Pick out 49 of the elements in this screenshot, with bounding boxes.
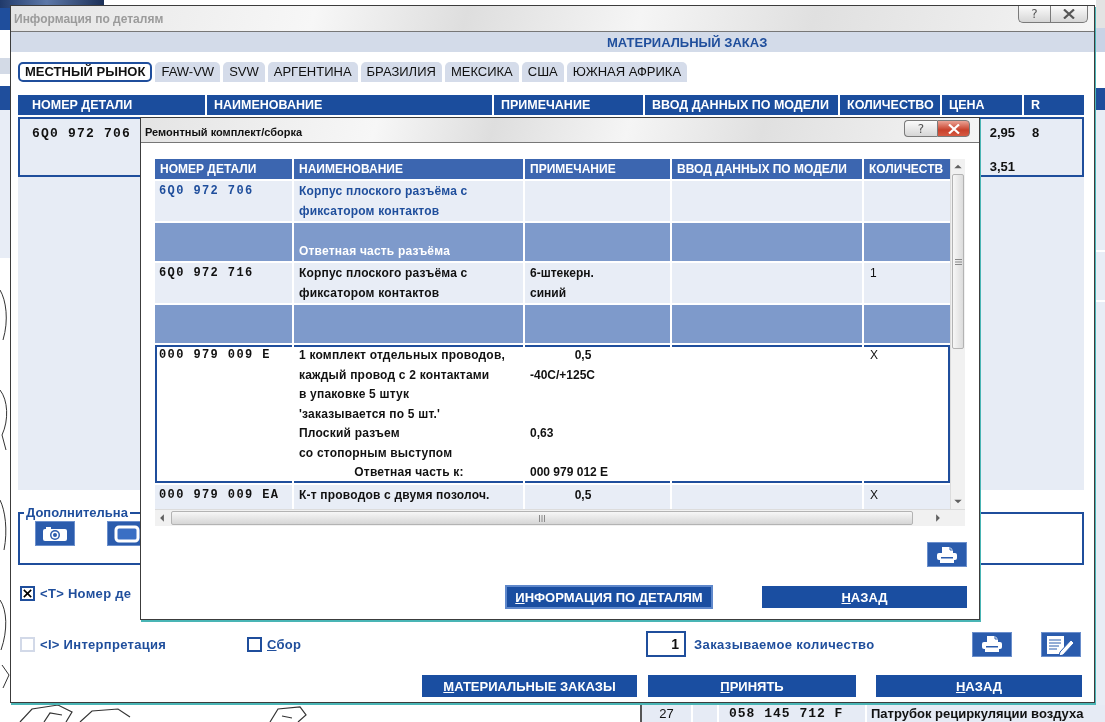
section-title: МАТЕРИАЛЬНЫЙ ЗАКАЗ (607, 34, 768, 50)
note-text: 0,5 (574, 348, 592, 362)
quantity: 1 (870, 266, 877, 280)
column-header: КОЛИЧЕСТВО (840, 95, 940, 115)
note-text: 6-штекерн. (530, 266, 594, 280)
part-description: Ответная часть разъёма (299, 243, 450, 258)
window-title: Ремонтный комплект/сборка (145, 125, 303, 139)
part-number: 6Q0 972 706 (159, 184, 254, 198)
table-cell: 8 (1032, 125, 1040, 140)
price: 2,95 (989, 125, 1015, 140)
part-description: фиксатором контактов (299, 203, 440, 218)
part-description: каждый провод с 2 контактами (299, 367, 490, 382)
table-cell-text: Патрубок рециркуляции воздуха (870, 705, 1084, 722)
part-number: 000 979 009 E (159, 348, 271, 362)
part-description: Корпус плоского разъёма с (299, 266, 468, 280)
window-title: Информация по деталям (14, 12, 164, 26)
part-number: 6Q0 972 706 (32, 126, 131, 141)
part-description: 1 комплект отдельных проводов, (299, 348, 505, 362)
price: 3,51 (989, 159, 1015, 174)
column-header: ПРИМЕЧАНИЕ (494, 95, 643, 115)
part-description: Ответная часть к: (354, 465, 464, 479)
column-header: НОМЕР ДЕТАЛИ (155, 159, 292, 179)
note-text: 000 979 012 E (530, 465, 609, 479)
quantity: X (870, 487, 878, 502)
column-header: КОЛИЧЕСТВ (862, 159, 950, 179)
part-number: 6Q0 972 716 (159, 266, 254, 280)
note-text: 0,5 (574, 487, 592, 502)
column-header: НОМЕР ДЕТАЛИ (18, 95, 205, 115)
part-description: Плоский разъем (299, 426, 400, 440)
note-text: -40C/+125C (530, 367, 596, 382)
quantity: X (870, 348, 878, 362)
note-text: синий (530, 285, 567, 300)
part-description: Корпус плоского разъёма с (299, 184, 468, 198)
column-header: ЦЕНА (942, 95, 1022, 115)
part-description: фиксатором контактов (299, 285, 440, 300)
column-header: НАИМЕНОВАНИЕ (292, 159, 523, 179)
column-header: ВВОД ДАННЫХ ПО МОДЕЛИ (670, 159, 862, 179)
column-header: ПРИМЕЧАНИЕ (523, 159, 670, 179)
part-number: 000 979 009 EA (159, 487, 280, 502)
part-description: 'заказывается по 5 шт.' (299, 406, 441, 421)
column-header: НАИМЕНОВАНИЕ (207, 95, 492, 115)
part-description: в упаковке 5 штук (299, 387, 410, 401)
note-text: 0,63 (530, 426, 554, 440)
part-description: К-т проводов с двумя позолоч. (299, 487, 490, 502)
quantity-label: Заказываемое количество (694, 636, 875, 652)
part-description: со стопорным выступом (299, 445, 453, 460)
group-title: Дополнительна (25, 505, 129, 520)
column-header: R (1024, 95, 1084, 115)
column-header: ВВОД ДАННЫХ ПО МОДЕЛИ (645, 95, 838, 115)
